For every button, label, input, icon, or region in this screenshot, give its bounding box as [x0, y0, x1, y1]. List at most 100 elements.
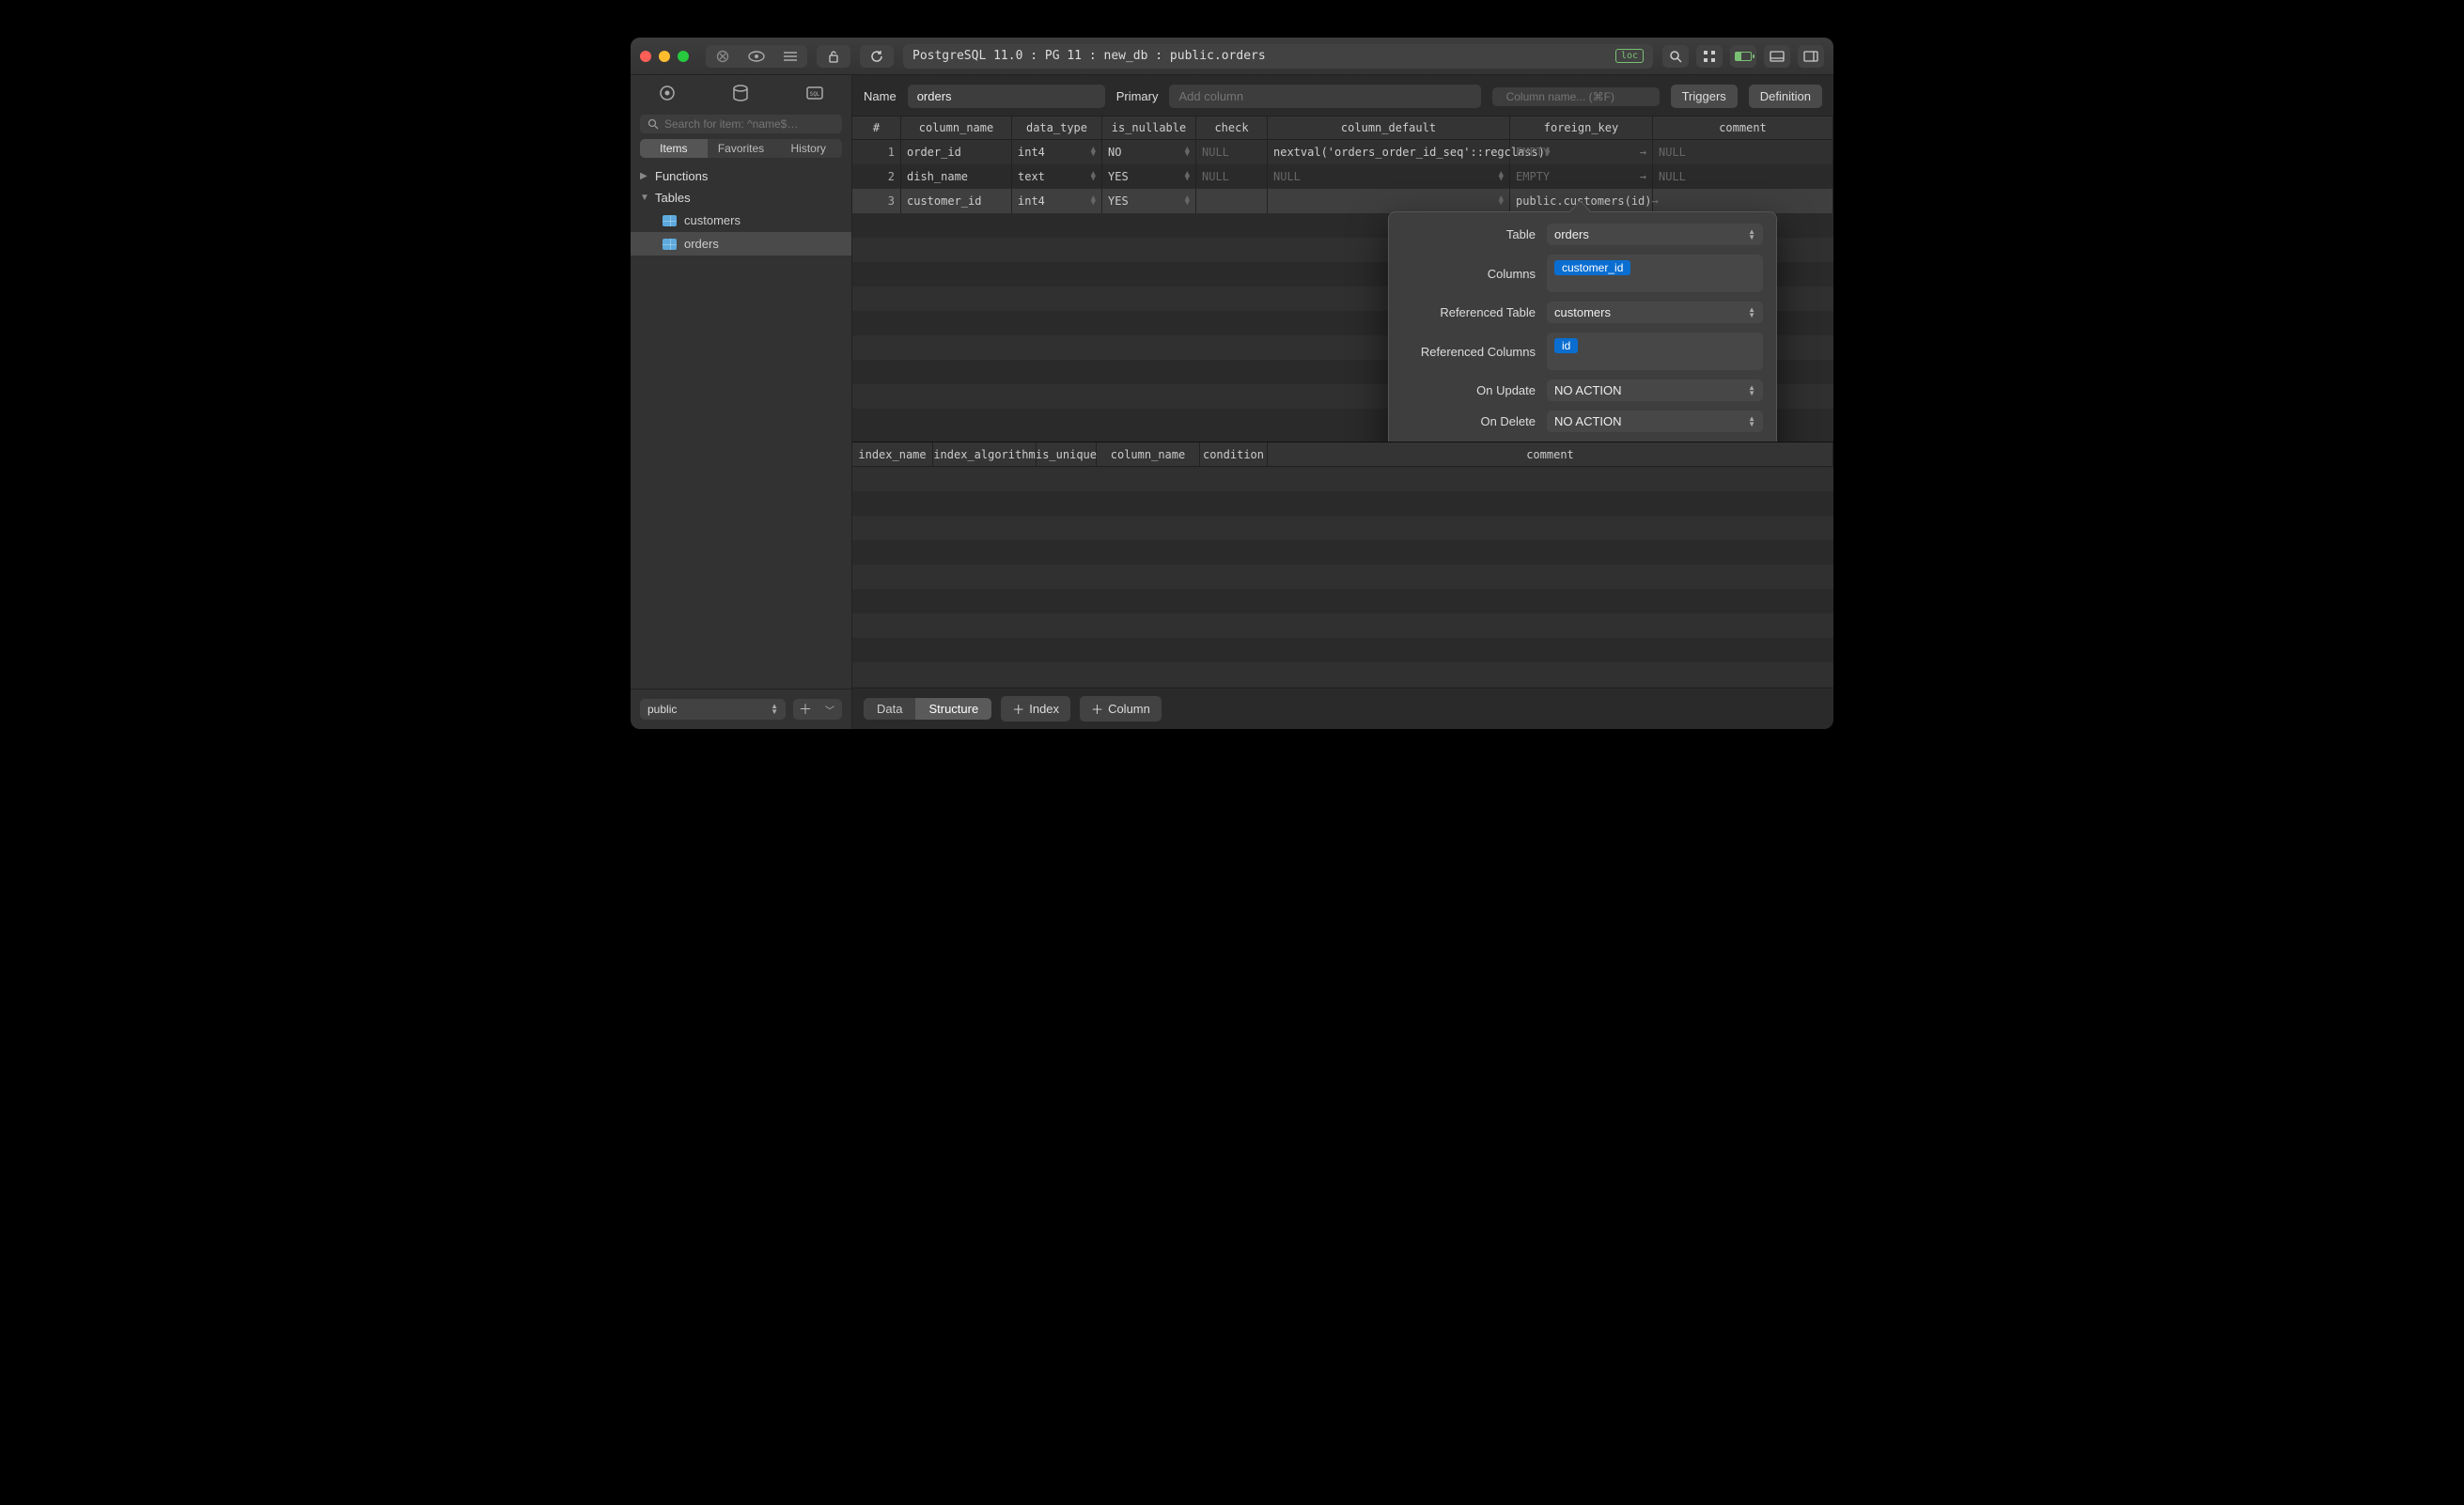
cell-nullable[interactable]: YES▲▼	[1102, 189, 1196, 213]
col-header-default[interactable]: column_default	[1268, 116, 1510, 139]
pop-onupdate-select[interactable]: NO ACTION▲▼	[1547, 380, 1763, 401]
toolbar-view-group	[706, 45, 807, 68]
segment-structure[interactable]: Structure	[915, 698, 991, 720]
cell-check[interactable]: NULL	[1196, 164, 1268, 189]
cell-fk[interactable]: EMPTY→	[1510, 164, 1653, 189]
connection-breadcrumb[interactable]: PostgreSQL 11.0 : PG 11 : new_db : publi…	[903, 44, 1653, 69]
cell-comment[interactable]	[1653, 189, 1833, 213]
segment-data[interactable]: Data	[864, 698, 915, 720]
stepper-icon[interactable]: ▲▼	[1185, 147, 1190, 157]
primary-label: Primary	[1116, 89, 1159, 103]
close-window-button[interactable]	[640, 51, 651, 62]
schema-select[interactable]: public ▲▼	[640, 699, 786, 720]
grid-button[interactable]	[1696, 45, 1723, 68]
cell-column-name[interactable]: order_id	[901, 140, 1012, 164]
list-button[interactable]	[773, 45, 807, 68]
column-row[interactable]: 3 customer_id int4▲▼ YES▲▼ ▲▼ public.cus…	[852, 189, 1833, 213]
cell-column-name[interactable]: customer_id	[901, 189, 1012, 213]
cell-data-type[interactable]: int4▲▼	[1012, 189, 1102, 213]
col-header-name[interactable]: column_name	[901, 116, 1012, 139]
stepper-icon[interactable]: ▲▼	[1185, 172, 1190, 181]
plus-icon: ＋	[1012, 700, 1024, 718]
stop-button[interactable]	[706, 45, 740, 68]
column-row[interactable]: 2 dish_name text▲▼ YES▲▼ NULL NULL▲▼ EMP…	[852, 164, 1833, 189]
minimize-window-button[interactable]	[659, 51, 670, 62]
sidebar-mode-sql-icon[interactable]: SQL	[805, 85, 824, 101]
sidebar-tab-history[interactable]: History	[774, 139, 842, 158]
row-number: 2	[852, 164, 901, 189]
add-menu-chevron-icon[interactable]: ﹀	[818, 699, 842, 720]
pop-refcols-field[interactable]: id	[1547, 333, 1763, 370]
idx-header-condition[interactable]: condition	[1200, 442, 1268, 466]
pop-columns-field[interactable]: customer_id	[1547, 255, 1763, 292]
cell-column-name[interactable]: dish_name	[901, 164, 1012, 189]
sidebar-tab-favorites[interactable]: Favorites	[708, 139, 775, 158]
col-header-nullable[interactable]: is_nullable	[1102, 116, 1196, 139]
cell-data-type[interactable]: text▲▼	[1012, 164, 1102, 189]
col-header-comment[interactable]: comment	[1653, 116, 1833, 139]
pop-table-select[interactable]: orders▲▼	[1547, 224, 1763, 245]
stepper-icon[interactable]: ▲▼	[1091, 196, 1096, 206]
column-token[interactable]: customer_id	[1554, 260, 1630, 275]
cell-check[interactable]	[1196, 189, 1268, 213]
panel-button-1[interactable]	[1764, 45, 1790, 68]
pop-onupdate-label: On Update	[1402, 383, 1536, 397]
cell-comment[interactable]: NULL	[1653, 140, 1833, 164]
cell-check[interactable]: NULL	[1196, 140, 1268, 164]
stepper-icon[interactable]: ▲▼	[1499, 172, 1504, 181]
cell-default[interactable]: NULL▲▼	[1268, 164, 1510, 189]
sidebar-mode-database-icon[interactable]	[731, 84, 750, 102]
tree-functions[interactable]: ▶ Functions	[631, 165, 851, 187]
column-search-input[interactable]	[1506, 90, 1652, 103]
stepper-icon[interactable]: ▲▼	[1091, 147, 1096, 157]
lock-button[interactable]	[817, 45, 850, 68]
sidebar: SQL Items Favorites History ▶ Functions …	[631, 75, 852, 729]
column-token[interactable]: id	[1554, 338, 1578, 353]
pop-ondelete-select[interactable]: NO ACTION▲▼	[1547, 411, 1763, 432]
triggers-button[interactable]: Triggers	[1671, 85, 1738, 108]
stepper-icon[interactable]: ▲▼	[1499, 196, 1504, 206]
primary-key-input[interactable]	[1169, 85, 1480, 108]
cell-fk[interactable]: EMPTY→	[1510, 140, 1653, 164]
add-button[interactable]: ＋	[793, 699, 818, 720]
add-index-button[interactable]: ＋Index	[1001, 696, 1070, 721]
sidebar-search[interactable]	[640, 115, 842, 133]
tree-table-customers[interactable]: customers	[631, 209, 851, 232]
column-row[interactable]: 1 order_id int4▲▼ NO▲▼ NULL nextval('ord…	[852, 140, 1833, 164]
cell-default[interactable]: ▲▼	[1268, 189, 1510, 213]
idx-header-algorithm[interactable]: index_algorithm	[933, 442, 1037, 466]
col-header-fk[interactable]: foreign_key	[1510, 116, 1653, 139]
preview-button[interactable]	[740, 45, 773, 68]
tree-table-orders[interactable]: orders	[631, 232, 851, 256]
idx-header-unique[interactable]: is_unique	[1037, 442, 1097, 466]
sidebar-tab-items[interactable]: Items	[640, 139, 708, 158]
definition-button[interactable]: Definition	[1749, 85, 1822, 108]
col-header-type[interactable]: data_type	[1012, 116, 1102, 139]
stepper-icon[interactable]: ▲▼	[1091, 172, 1096, 181]
updown-icon: ▲▼	[1748, 385, 1755, 396]
col-header-check[interactable]: check	[1196, 116, 1268, 139]
sidebar-mode-connection-icon[interactable]	[658, 84, 677, 102]
sidebar-search-input[interactable]	[664, 117, 834, 131]
cell-nullable[interactable]: YES▲▼	[1102, 164, 1196, 189]
cell-default[interactable]: nextval('orders_order_id_seq'::regclass)…	[1268, 140, 1510, 164]
search-button[interactable]	[1662, 45, 1689, 68]
cell-nullable[interactable]: NO▲▼	[1102, 140, 1196, 164]
column-search[interactable]	[1492, 87, 1660, 106]
table-name-input[interactable]	[908, 85, 1105, 108]
svg-text:SQL: SQL	[809, 91, 819, 98]
add-column-button[interactable]: ＋Column	[1080, 696, 1162, 721]
idx-header-comment[interactable]: comment	[1268, 442, 1833, 466]
main-panel: Name Primary Triggers Definition # colum…	[852, 75, 1833, 729]
tree-tables[interactable]: ▼ Tables	[631, 187, 851, 209]
cell-comment[interactable]: NULL	[1653, 164, 1833, 189]
stepper-icon[interactable]: ▲▼	[1185, 196, 1190, 206]
pop-reftable-select[interactable]: customers▲▼	[1547, 302, 1763, 323]
idx-header-column[interactable]: column_name	[1097, 442, 1200, 466]
col-header-number[interactable]: #	[852, 116, 901, 139]
panel-button-2[interactable]	[1798, 45, 1824, 68]
idx-header-name[interactable]: index_name	[852, 442, 933, 466]
cell-data-type[interactable]: int4▲▼	[1012, 140, 1102, 164]
reload-button[interactable]	[860, 45, 894, 68]
zoom-window-button[interactable]	[678, 51, 689, 62]
